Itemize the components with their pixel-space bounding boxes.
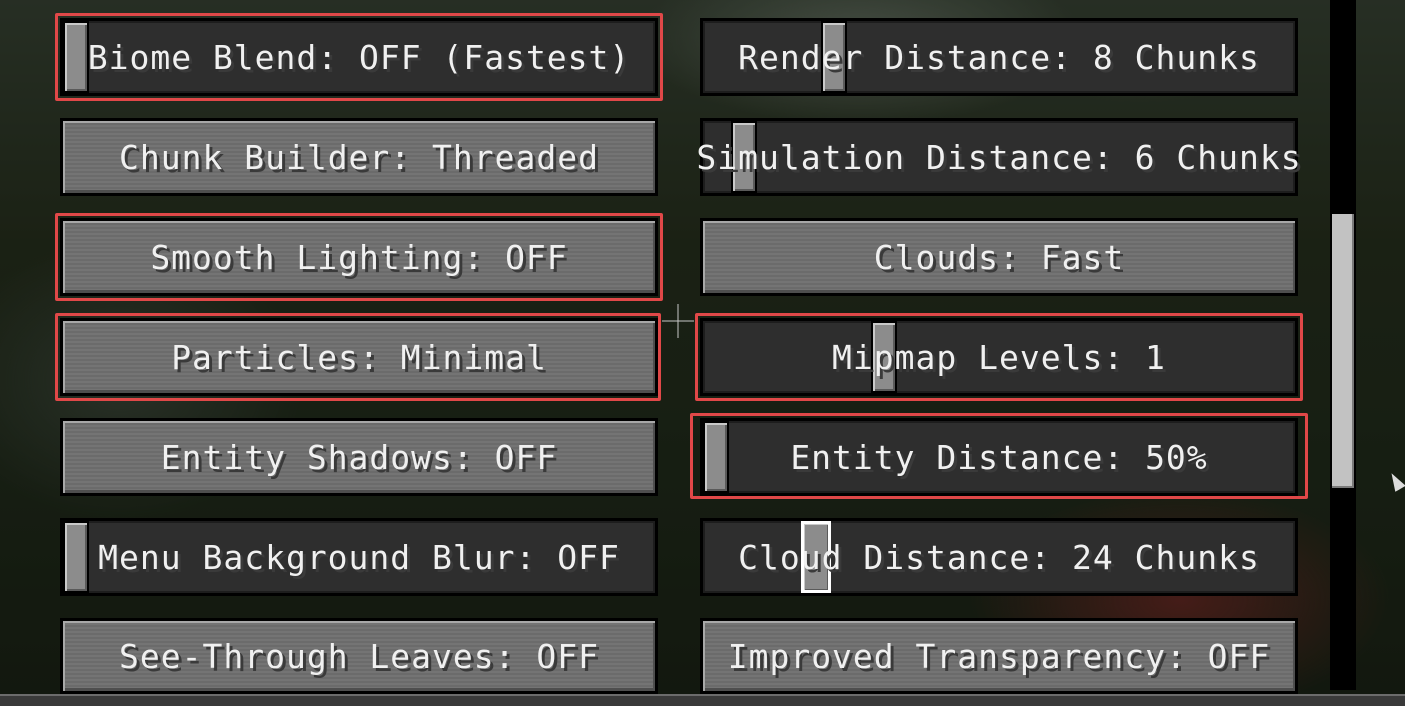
footer-divider bbox=[0, 694, 1405, 706]
slider-handle[interactable] bbox=[63, 521, 89, 593]
chunk-builder-label: Chunk Builder: Threaded bbox=[119, 137, 599, 177]
render-distance-label: Render Distance: 8 Chunks bbox=[738, 37, 1260, 77]
scrollbar-thumb[interactable] bbox=[1332, 214, 1354, 488]
menu-blur-slider[interactable]: Menu Background Blur: OFF bbox=[60, 518, 658, 596]
simulation-distance-slider[interactable]: Simulation Distance: 6 Chunks bbox=[696, 118, 1301, 196]
biome-blend-slider[interactable]: Biome Blend: OFF (Fastest) bbox=[60, 18, 658, 96]
chunk-builder-button[interactable]: Chunk Builder: Threaded bbox=[60, 118, 658, 196]
menu-blur-label: Menu Background Blur: OFF bbox=[98, 537, 620, 577]
see-through-leaves-button[interactable]: See-Through Leaves: OFF bbox=[60, 618, 658, 694]
entity-shadows-button[interactable]: Entity Shadows: OFF bbox=[60, 418, 658, 496]
cloud-distance-slider[interactable]: Cloud Distance: 24 Chunks bbox=[700, 518, 1298, 596]
biome-blend-label: Biome Blend: OFF (Fastest) bbox=[87, 37, 631, 77]
slider-handle[interactable] bbox=[63, 21, 89, 93]
video-settings-grid: Biome Blend: OFF (Fastest) Chunk Builder… bbox=[0, 0, 1405, 706]
entity-distance-slider[interactable]: Entity Distance: 50% bbox=[700, 418, 1298, 496]
improved-transparency-button[interactable]: Improved Transparency: OFF bbox=[700, 618, 1298, 694]
clouds-button[interactable]: Clouds: Fast bbox=[700, 218, 1298, 296]
slider-handle[interactable] bbox=[703, 421, 729, 493]
improved-transparency-label: Improved Transparency: OFF bbox=[727, 636, 1271, 676]
simulation-distance-label: Simulation Distance: 6 Chunks bbox=[696, 137, 1302, 177]
particles-button[interactable]: Particles: Minimal bbox=[60, 318, 658, 396]
mipmap-levels-slider[interactable]: Mipmap Levels: 1 bbox=[700, 318, 1298, 396]
smooth-lighting-label: Smooth Lighting: OFF bbox=[150, 237, 568, 277]
smooth-lighting-button[interactable]: Smooth Lighting: OFF bbox=[60, 218, 658, 296]
entity-shadows-label: Entity Shadows: OFF bbox=[160, 437, 558, 477]
see-through-leaves-label: See-Through Leaves: OFF bbox=[119, 636, 599, 676]
particles-label: Particles: Minimal bbox=[171, 337, 547, 377]
mipmap-levels-label: Mipmap Levels: 1 bbox=[832, 337, 1166, 377]
clouds-label: Clouds: Fast bbox=[873, 237, 1125, 277]
cloud-distance-label: Cloud Distance: 24 Chunks bbox=[738, 537, 1260, 577]
entity-distance-label: Entity Distance: 50% bbox=[790, 437, 1208, 477]
crosshair-icon bbox=[662, 320, 694, 322]
render-distance-slider[interactable]: Render Distance: 8 Chunks bbox=[700, 18, 1298, 96]
